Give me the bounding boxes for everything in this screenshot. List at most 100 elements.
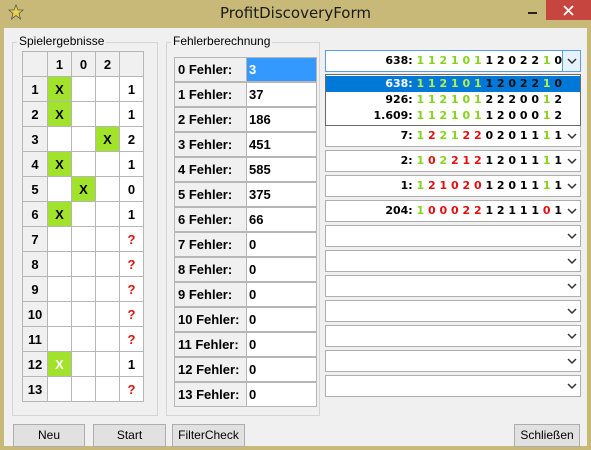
cell-0[interactable] xyxy=(71,276,96,302)
cell-1[interactable]: X xyxy=(47,76,72,102)
cell-1[interactable] xyxy=(47,326,72,352)
cell-2[interactable] xyxy=(95,276,120,302)
cell-2[interactable] xyxy=(95,76,120,102)
row-number: 7 xyxy=(22,226,48,252)
cell-1[interactable] xyxy=(47,176,72,202)
dropdown-list[interactable]: 638: 1 1 2 1 0 1 1 2 0 2 2 1 0 926: 1 1 2… xyxy=(325,74,581,126)
cell-1[interactable] xyxy=(47,126,72,152)
error-label: 8 Fehler: xyxy=(174,257,246,282)
error-count-value[interactable]: 0 xyxy=(246,257,317,282)
row-number: 5 xyxy=(22,176,48,202)
combination-dropdown[interactable] xyxy=(325,225,581,247)
error-count-value[interactable]: 0 xyxy=(246,382,317,407)
cell-1[interactable] xyxy=(47,376,72,402)
combination-dropdown[interactable] xyxy=(325,350,581,372)
error-count-value[interactable]: 0 xyxy=(246,232,317,257)
error-row: 11 Fehler: 0 xyxy=(174,332,317,357)
cell-1[interactable] xyxy=(47,226,72,252)
error-label: 11 Fehler: xyxy=(174,332,246,357)
start-button[interactable]: Start xyxy=(93,424,166,447)
error-count-value[interactable]: 585 xyxy=(246,157,317,182)
cell-1[interactable]: X xyxy=(47,151,72,177)
dropdown-option-text: 926: 1 1 2 1 0 1 2 2 2 0 0 1 2 xyxy=(385,93,562,106)
cell-2[interactable] xyxy=(95,351,120,377)
grid-row: 13? xyxy=(22,376,144,402)
error-label: 2 Fehler: xyxy=(174,107,246,132)
grid-row: 4X 1 xyxy=(22,151,144,177)
cell-2[interactable] xyxy=(95,376,120,402)
cell-0[interactable] xyxy=(71,251,96,277)
combination-dropdown[interactable] xyxy=(325,275,581,297)
dropdown-value: 7: 1 2 2 1 2 2 0 2 0 1 1 1 1 xyxy=(400,129,562,142)
error-row: 0 Fehler: 3 xyxy=(174,57,317,82)
cell-2[interactable] xyxy=(95,301,120,327)
cell-2[interactable] xyxy=(95,326,120,352)
cell-2[interactable] xyxy=(95,226,120,252)
cell-0[interactable] xyxy=(71,201,96,227)
error-count-value[interactable]: 0 xyxy=(246,332,317,357)
close-icon xyxy=(563,5,574,16)
cell-0[interactable] xyxy=(71,351,96,377)
cell-1[interactable]: X xyxy=(47,101,72,127)
close-button[interactable] xyxy=(546,0,591,20)
results-grid[interactable]: 1 0 2 1 X 1 2 X 1 3 X 2 4 X 1 5 X 0 6 X 1 7? 8? 9? 10? 11? 12 X 1… xyxy=(22,51,144,402)
cell-2[interactable]: X xyxy=(95,126,120,152)
combination-dropdown[interactable] xyxy=(325,325,581,347)
cell-result: ? xyxy=(119,301,144,327)
cell-1[interactable]: X xyxy=(47,351,72,377)
combination-dropdown[interactable]: 638: 1 1 2 1 0 1 1 2 0 2 2 1 0 xyxy=(325,50,581,72)
combination-dropdown[interactable] xyxy=(325,375,581,397)
spielergebnisse-title: Spielergebnisse xyxy=(17,34,107,48)
dropdown-option[interactable]: 926: 1 1 2 1 0 1 2 2 2 0 0 1 2 xyxy=(326,92,580,108)
error-row: 13 Fehler: 0 xyxy=(174,382,317,407)
combination-dropdown[interactable]: 204: 1 0 0 0 2 2 1 2 1 1 1 0 1 xyxy=(325,200,581,222)
dropdown-option[interactable]: 638: 1 1 2 1 0 1 1 2 0 2 2 1 0 xyxy=(326,76,580,92)
cell-1[interactable]: X xyxy=(47,201,72,227)
error-count-value[interactable]: 0 xyxy=(246,282,317,307)
error-count-value[interactable]: 451 xyxy=(246,132,317,157)
minimize-button[interactable] xyxy=(520,0,544,20)
cell-2[interactable] xyxy=(95,101,120,127)
cell-1[interactable] xyxy=(47,301,72,327)
combination-dropdown[interactable]: 7: 1 2 2 1 2 2 0 2 0 1 1 1 1 xyxy=(325,125,581,147)
cell-0[interactable] xyxy=(71,226,96,252)
cell-2[interactable] xyxy=(95,151,120,177)
cell-0[interactable] xyxy=(71,76,96,102)
error-count-value[interactable]: 0 xyxy=(246,357,317,382)
schliessen-button[interactable]: Schließen xyxy=(514,424,580,447)
cell-0[interactable] xyxy=(71,101,96,127)
cell-2[interactable] xyxy=(95,176,120,202)
chevron-down-icon xyxy=(567,58,577,65)
cell-0[interactable]: X xyxy=(71,176,96,202)
combination-dropdown[interactable]: 2: 1 0 2 2 1 2 1 2 0 1 1 1 1 xyxy=(325,150,581,172)
cell-0[interactable] xyxy=(71,151,96,177)
error-count-value[interactable]: 0 xyxy=(246,307,317,332)
cell-1[interactable] xyxy=(47,251,72,277)
error-row: 4 Fehler: 585 xyxy=(174,157,317,182)
cell-0[interactable] xyxy=(71,376,96,402)
cell-2[interactable] xyxy=(95,201,120,227)
cell-0[interactable] xyxy=(71,301,96,327)
error-count-value[interactable]: 375 xyxy=(246,182,317,207)
cell-result: ? xyxy=(119,226,144,252)
cell-2[interactable] xyxy=(95,251,120,277)
dropdown-option[interactable]: 1.609: 1 1 2 1 0 1 1 2 0 0 0 1 2 xyxy=(326,108,580,124)
error-count-value[interactable]: 3 xyxy=(246,57,317,82)
neu-button[interactable]: Neu xyxy=(13,424,85,447)
combination-dropdown[interactable] xyxy=(325,250,581,272)
cell-1[interactable] xyxy=(47,276,72,302)
filtercheck-button[interactable]: FilterCheck xyxy=(172,424,245,447)
combination-dropdown[interactable]: 1: 1 2 1 0 2 0 1 2 0 1 1 1 1 xyxy=(325,175,581,197)
row-number: 10 xyxy=(22,301,48,327)
header-cell-0: 0 xyxy=(71,51,96,77)
fehlerberechnung-title: Fehlerberechnung xyxy=(171,34,273,48)
cell-0[interactable] xyxy=(71,326,96,352)
cell-0[interactable] xyxy=(71,126,96,152)
error-count-value[interactable]: 66 xyxy=(246,207,317,232)
spielergebnisse-group: Spielergebnisse 1 0 2 1X12X13X24X15X06X1… xyxy=(12,34,158,416)
row-number: 13 xyxy=(22,376,48,402)
error-count-value[interactable]: 37 xyxy=(246,82,317,107)
combination-dropdown[interactable] xyxy=(325,300,581,322)
cell-result: 2 xyxy=(119,126,144,152)
error-count-value[interactable]: 186 xyxy=(246,107,317,132)
